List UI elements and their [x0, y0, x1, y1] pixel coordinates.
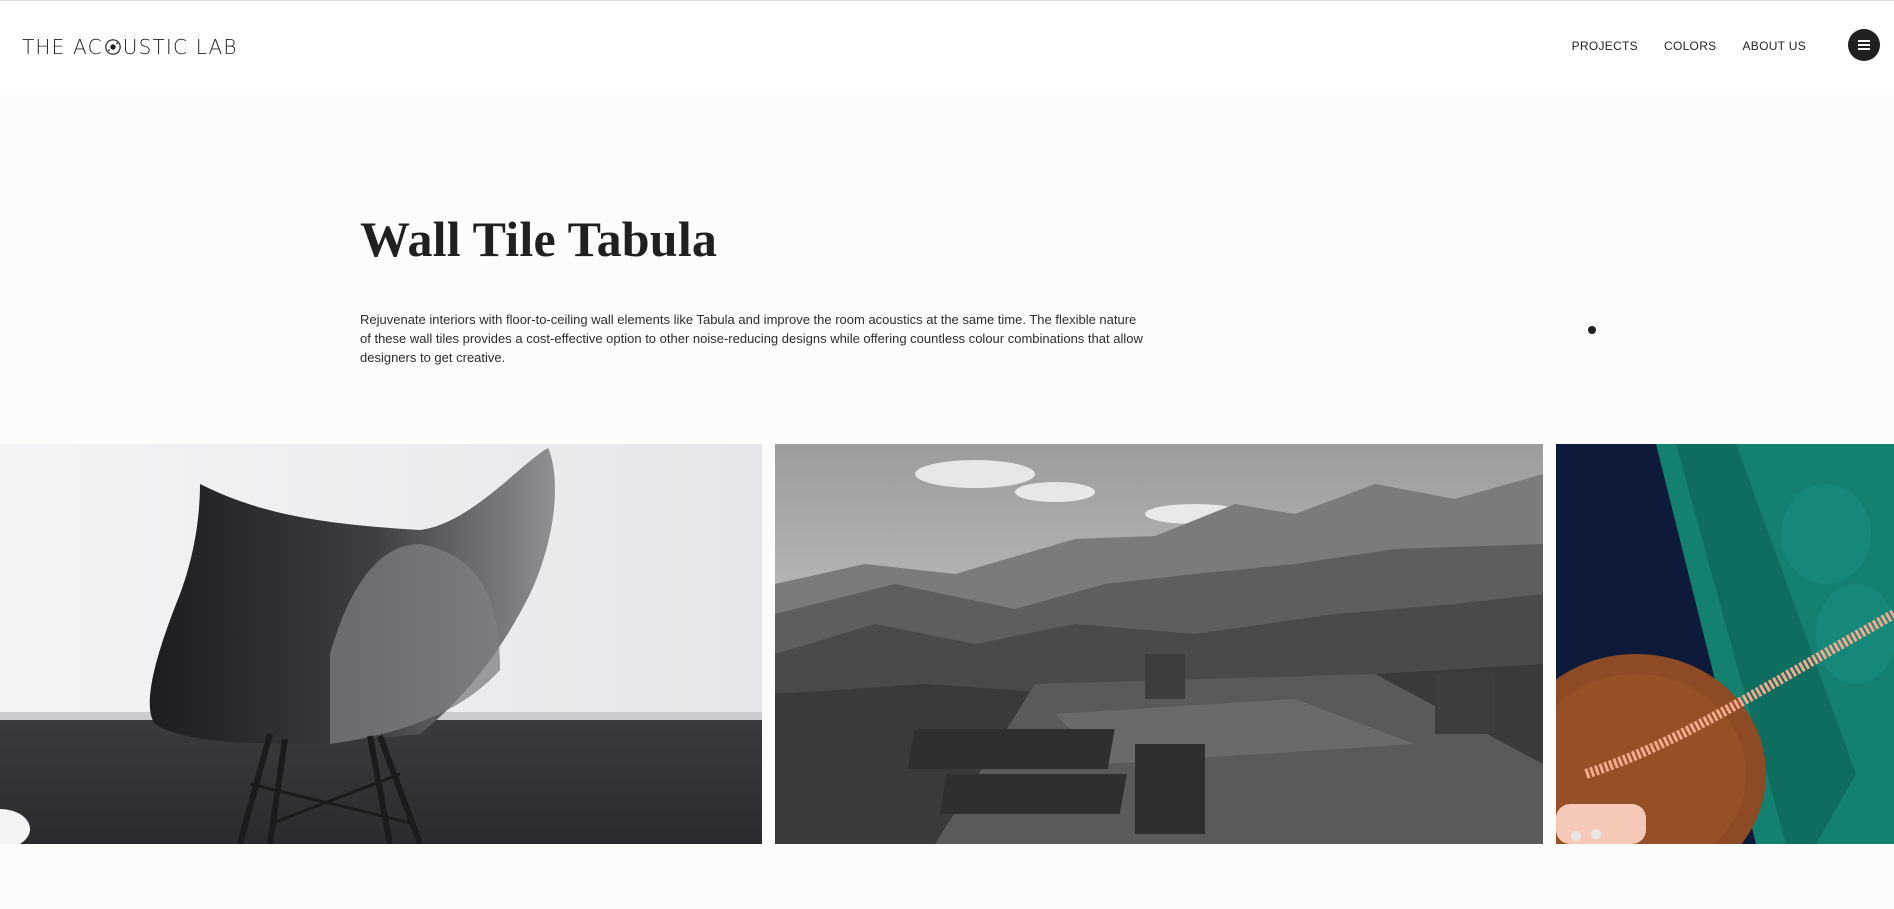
logo-o-icon — [104, 39, 121, 55]
nav-projects[interactable]: PROJECTS — [1572, 39, 1638, 53]
hamburger-icon — [1858, 40, 1870, 42]
site-header: THE AC USTIC LAB PROJECTS COLORS ABOUT U… — [0, 0, 1894, 90]
page-title: Wall Tile Tabula — [360, 211, 718, 267]
menu-button[interactable] — [1848, 29, 1880, 61]
nav-colors[interactable]: COLORS — [1664, 39, 1716, 53]
page: THE AC USTIC LAB PROJECTS COLORS ABOUT U… — [0, 0, 1894, 909]
logo-text-part-2: USTIC LAB — [122, 35, 238, 59]
nav-about-us[interactable]: ABOUT US — [1742, 39, 1806, 53]
slider-dot[interactable] — [1588, 326, 1596, 334]
page-description: Rejuvenate interiors with floor-to-ceili… — [360, 312, 1143, 365]
gallery-image-chair[interactable] — [0, 444, 762, 844]
logo-text-part-1: THE AC — [22, 35, 103, 59]
image-gallery — [0, 444, 1894, 844]
site-logo[interactable]: THE AC USTIC LAB — [22, 35, 238, 59]
main-nav: PROJECTS COLORS ABOUT US — [1572, 39, 1806, 53]
gallery-image-mountains[interactable] — [775, 444, 1543, 844]
gallery-image-sofa[interactable] — [1556, 444, 1894, 844]
